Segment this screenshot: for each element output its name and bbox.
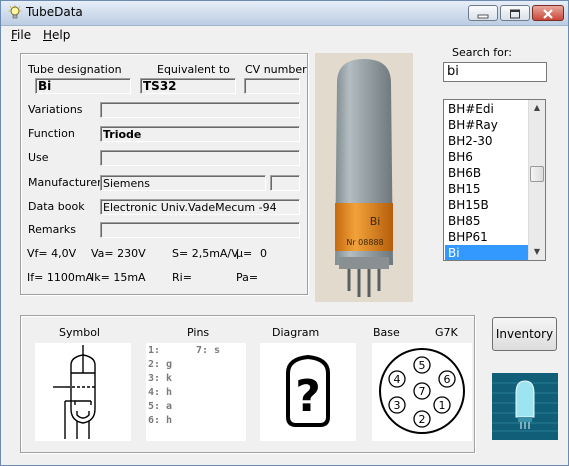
symbol-label: Symbol	[59, 326, 100, 339]
base-label: Base	[373, 326, 400, 339]
menu-file-rest: ile	[17, 28, 32, 42]
cv-label: CV number	[245, 63, 307, 76]
use-label: Use	[28, 151, 49, 164]
tubedata-window: TubeData File Help Tube designation Equi…	[0, 0, 569, 466]
menu-help[interactable]: Help	[43, 28, 70, 42]
search-label: Search for:	[452, 46, 512, 59]
param-va: Va= 230V	[91, 247, 146, 260]
inventory-button[interactable]: Inventory	[492, 317, 557, 351]
param-s: S= 2,5mA/V	[172, 247, 239, 260]
pin-line: 2: g	[148, 359, 173, 370]
diagram-panel: ?	[260, 343, 356, 441]
bulb-icon	[8, 5, 22, 19]
minimize-button[interactable]	[468, 5, 498, 21]
unknown-diagram-icon: ?	[286, 354, 330, 427]
pins-panel: 1: 2: g 3: k 4: h 5: a 6: h 7: s	[146, 343, 246, 441]
menu-help-accel: H	[43, 28, 53, 42]
base-pin-2: 2	[419, 413, 426, 426]
param-ik: Ik= 15mA	[91, 271, 146, 284]
list-item[interactable]: BH#Ray	[445, 117, 529, 133]
manufacturer-field[interactable]: Siemens	[100, 175, 266, 191]
base-pin-6: 6	[444, 373, 451, 386]
list-item[interactable]: BH2-30	[445, 133, 529, 149]
menu-file[interactable]: File	[11, 28, 31, 42]
list-item[interactable]: BH15	[445, 181, 529, 197]
tube-photo: Bi Nr 08888	[315, 53, 413, 302]
symbol-panel	[35, 343, 131, 441]
window-title: TubeData	[26, 5, 83, 19]
pin-line: 5: a	[148, 401, 173, 412]
menu-help-rest: elp	[52, 28, 71, 42]
scroll-thumb[interactable]	[530, 166, 544, 182]
param-vf: Vf= 4,0V	[27, 247, 77, 260]
search-input[interactable]: bi	[443, 62, 547, 82]
manufacturer-extra-field[interactable]	[270, 175, 300, 191]
list-item[interactable]: BH6	[445, 149, 529, 165]
close-button[interactable]	[532, 5, 564, 21]
base-pin-5: 5	[419, 359, 426, 372]
remarks-field[interactable]	[100, 222, 300, 238]
tube-logo-icon	[492, 373, 558, 440]
remarks-label: Remarks	[28, 223, 76, 236]
triode-symbol	[53, 345, 97, 439]
param-ri: Ri=	[172, 271, 192, 284]
menu-bar: File Help	[1, 26, 568, 44]
param-pa: Pa=	[236, 271, 259, 284]
base-pin-7: 7	[419, 385, 426, 398]
results-scrollbar[interactable]: ▲ ▼	[528, 100, 545, 260]
param-if: If= 1100mA	[27, 271, 94, 284]
diagram-label: Diagram	[272, 326, 320, 339]
param-mu-value: 0	[260, 247, 267, 260]
pin-line: 1:	[148, 345, 161, 356]
equivalent-label: Equivalent to	[157, 63, 230, 76]
close-icon	[543, 9, 553, 19]
designation-label: Tube designation	[28, 63, 122, 76]
databook-label: Data book	[28, 200, 85, 213]
pins-label: Pins	[187, 326, 210, 339]
base-pinout-diagram: 1 2 3 4 5 6 7	[379, 348, 465, 434]
minimize-icon	[477, 14, 489, 19]
base-pin-1: 1	[439, 399, 446, 412]
use-field[interactable]	[100, 150, 300, 166]
base-pin-3: 3	[394, 399, 401, 412]
pin-line: 4: h	[148, 387, 173, 398]
pin-line: 3: k	[148, 373, 173, 384]
manufacturer-label: Manufacturer	[28, 176, 102, 189]
function-field[interactable]: Triode	[100, 126, 300, 142]
pin-line: 7: s	[196, 345, 221, 356]
results-list[interactable]: BH#Edi BH#Ray BH2-30 BH6 BH6B BH15 BH15B…	[443, 99, 546, 261]
list-item-selected[interactable]: Bi	[445, 245, 529, 260]
designation-field[interactable]: Bi	[35, 78, 131, 94]
maximize-button[interactable]	[500, 5, 530, 21]
diagram-glyph: ?	[295, 371, 321, 422]
photo-label-text: Bi	[370, 215, 381, 228]
tube-photo-drawing: Bi Nr 08888	[315, 53, 413, 302]
list-item[interactable]: BH6B	[445, 165, 529, 181]
base-type-label: G7K	[435, 326, 458, 339]
photo-serial-text: Nr 08888	[346, 238, 383, 247]
scroll-down-icon[interactable]: ▼	[530, 244, 544, 260]
scroll-up-icon[interactable]: ▲	[530, 100, 544, 116]
pin-line: 6: h	[148, 415, 173, 426]
function-label: Function	[28, 127, 75, 140]
equivalent-field[interactable]: TS32	[140, 78, 236, 94]
list-item[interactable]: BHP61	[445, 229, 529, 245]
variations-label: Variations	[28, 103, 83, 116]
title-bar: TubeData	[1, 1, 568, 26]
base-pin-4: 4	[394, 373, 401, 386]
list-item[interactable]: BH#Edi	[445, 101, 529, 117]
variations-field[interactable]	[100, 102, 300, 118]
base-panel: 1 2 3 4 5 6 7	[372, 343, 472, 441]
cv-field[interactable]	[244, 78, 300, 94]
app-logo	[492, 373, 558, 440]
list-item[interactable]: BH85	[445, 213, 529, 229]
param-mu: µ=	[236, 247, 253, 260]
list-item[interactable]: BH15B	[445, 197, 529, 213]
databook-field[interactable]: Electronic Univ.VadeMecum -94	[100, 199, 300, 215]
maximize-icon	[510, 9, 520, 19]
